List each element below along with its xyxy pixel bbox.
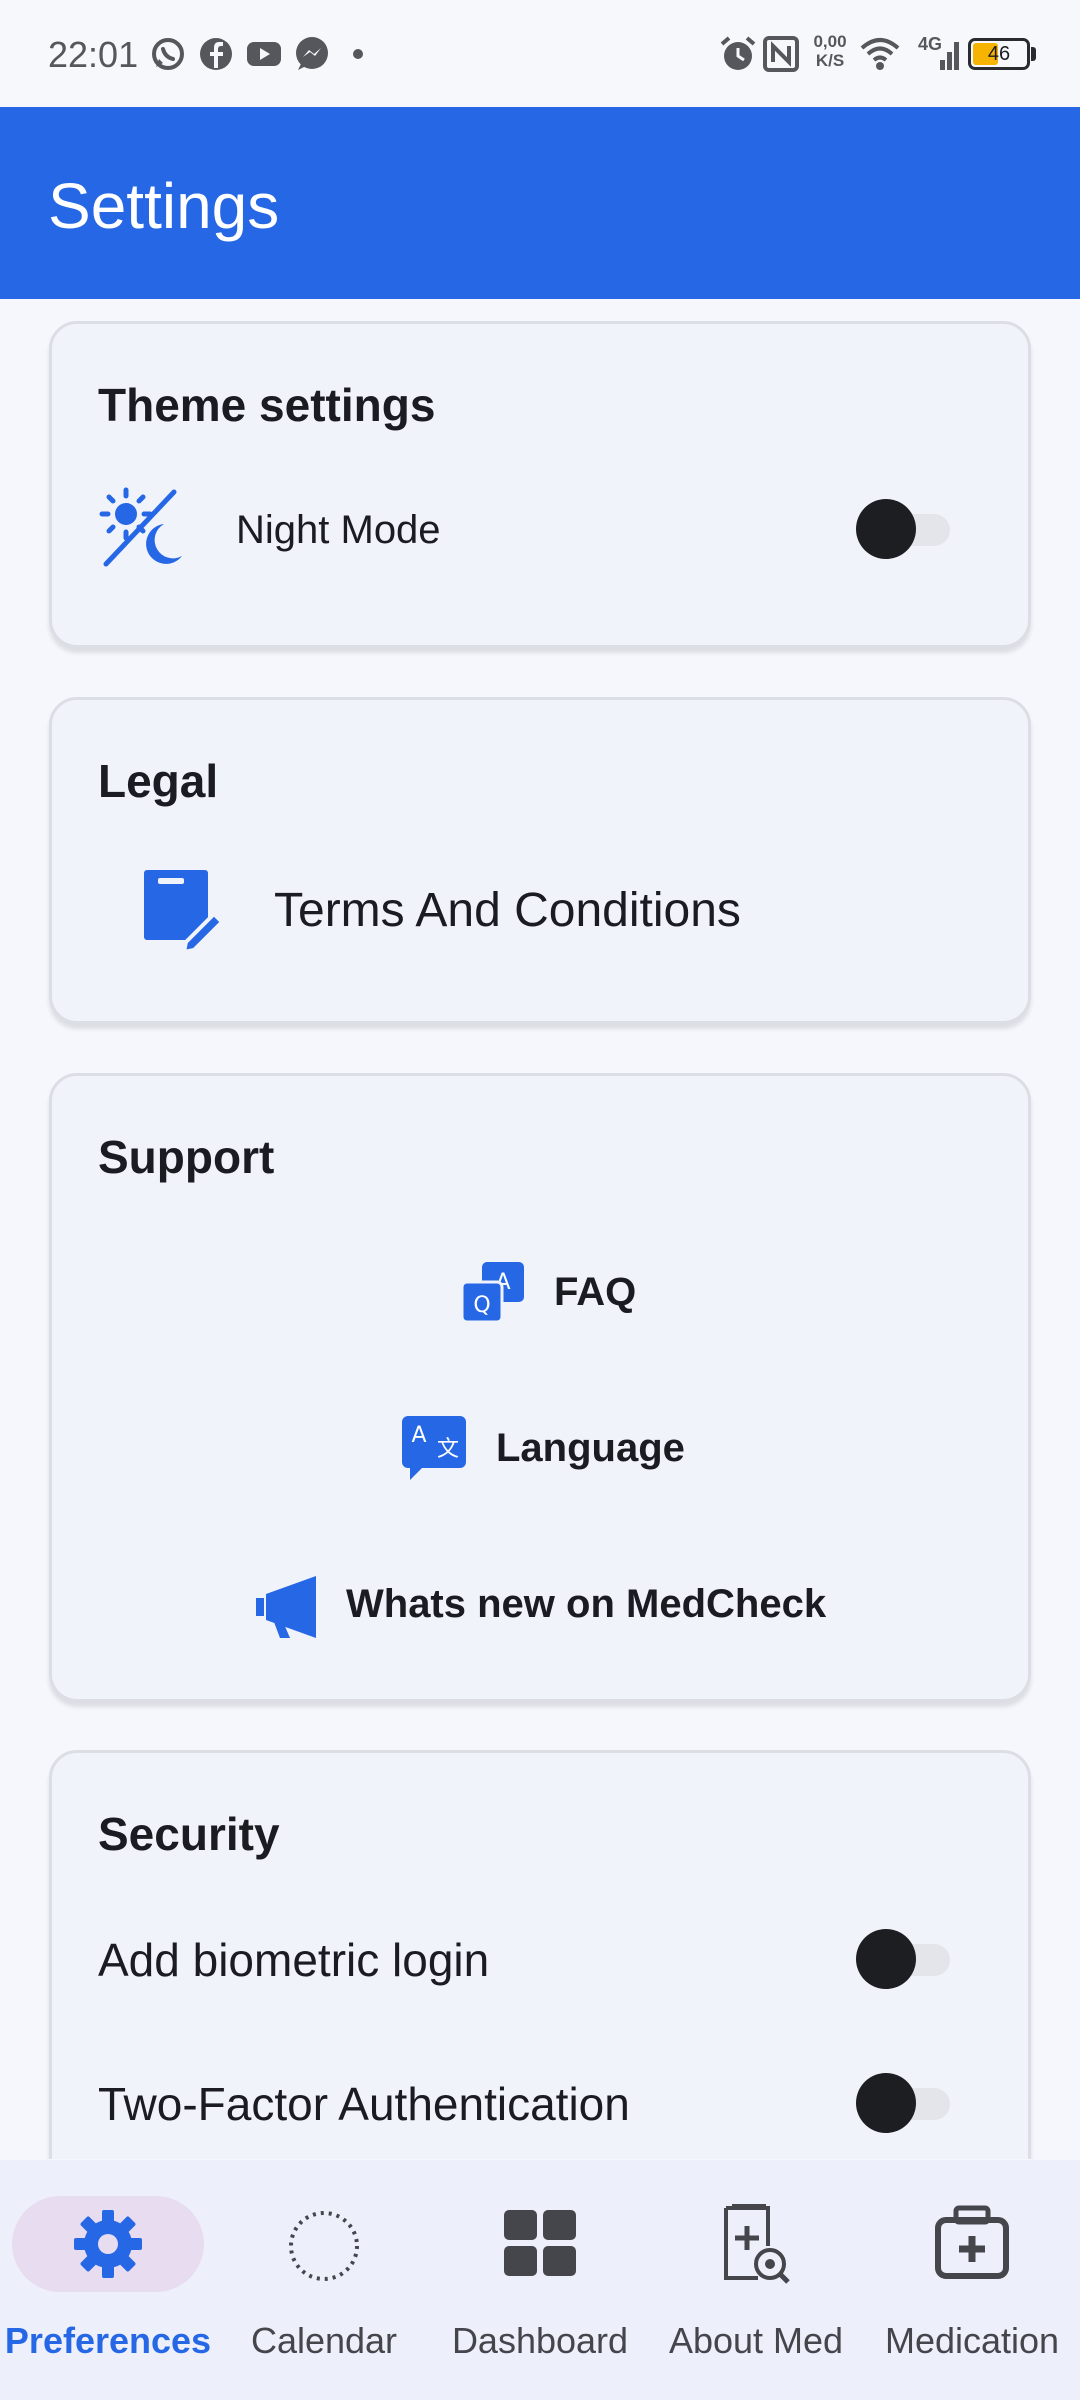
two-factor-label: Two-Factor Authentication	[98, 2078, 630, 2130]
signal-icon	[940, 42, 959, 70]
svg-text:A: A	[411, 1423, 426, 1448]
faq-label[interactable]: FAQ	[554, 1270, 636, 1315]
nav-item-preferences[interactable]: Preferences	[0, 2160, 216, 2400]
toggle-thumb	[856, 1929, 916, 1989]
legal-title: Legal	[98, 755, 219, 807]
medicine-search-icon	[724, 2204, 790, 2284]
svg-text:文: 文	[437, 1437, 459, 1462]
nav-label-calendar: Calendar	[250, 2320, 398, 2361]
support-title: Support	[98, 1131, 275, 1183]
settings-list[interactable]: Theme settings Night Mode Legal Terms An…	[0, 299, 1080, 2159]
gear-icon	[74, 2210, 142, 2278]
network-speed: 0,00 K/S	[808, 32, 852, 70]
legal-card: Legal Terms And Conditions	[49, 697, 1031, 1024]
medical-kit-icon	[935, 2205, 1009, 2279]
network-speed-value: 0,00	[813, 32, 847, 51]
nav-label-preferences: Preferences	[4, 2320, 212, 2361]
network-speed-unit: K/S	[815, 51, 845, 70]
whatsapp-icon	[152, 38, 184, 70]
night-mode-toggle[interactable]	[856, 499, 954, 559]
two-factor-toggle[interactable]	[856, 2073, 954, 2133]
theme-settings-title: Theme settings	[98, 379, 436, 431]
app-bar: Settings	[0, 107, 1080, 299]
translate-icon: A 文	[402, 1416, 466, 1480]
battery-level: 46	[987, 43, 1011, 65]
dot-icon	[353, 49, 363, 59]
youtube-icon	[247, 42, 281, 66]
facebook-icon	[200, 38, 232, 70]
alarm-icon	[720, 36, 756, 70]
messenger-icon	[296, 37, 328, 70]
status-bar: 22:01 0,00 K/S 4G 46	[0, 0, 1080, 107]
dashboard-grid-icon	[504, 2210, 576, 2276]
svg-text:Q: Q	[473, 1293, 490, 1318]
battery-tip	[1031, 47, 1036, 61]
support-card: Support A Q FAQ A 文 Language Whats new o…	[49, 1073, 1031, 1702]
faq-icon: A Q	[462, 1262, 524, 1324]
nfc-icon	[763, 36, 799, 72]
nav-item-calendar[interactable]: Calendar	[216, 2160, 432, 2400]
nav-label-about-med: About Med	[668, 2320, 844, 2361]
dotted-circle-icon	[289, 2211, 359, 2281]
nav-item-dashboard[interactable]: Dashboard	[432, 2160, 648, 2400]
security-title: Security	[98, 1808, 280, 1860]
language-label[interactable]: Language	[496, 1426, 685, 1471]
toggle-thumb	[856, 499, 916, 559]
status-time: 22:01	[48, 34, 139, 75]
whats-new-label[interactable]: Whats new on MedCheck	[346, 1582, 826, 1627]
biometric-login-toggle[interactable]	[856, 1929, 954, 1989]
page-title: Settings	[48, 170, 280, 242]
nav-item-medication[interactable]: Medication	[864, 2160, 1080, 2400]
battery-icon: 46	[968, 38, 1030, 70]
nav-label-medication: Medication	[884, 2320, 1060, 2361]
biometric-login-label: Add biometric login	[98, 1934, 490, 1986]
security-card: Security Add biometric login Two-Factor …	[49, 1750, 1031, 2159]
day-night-icon	[99, 487, 182, 567]
theme-settings-card: Theme settings Night Mode	[49, 321, 1031, 648]
toggle-thumb	[856, 2073, 916, 2133]
bottom-navigation: Preferences Calendar Dashboard About Med	[0, 2160, 1080, 2400]
wifi-icon	[860, 38, 900, 70]
terms-label[interactable]: Terms And Conditions	[274, 883, 741, 938]
megaphone-icon	[256, 1576, 316, 1638]
night-mode-label: Night Mode	[236, 508, 441, 552]
nav-item-about-med[interactable]: About Med	[648, 2160, 864, 2400]
nav-label-dashboard: Dashboard	[451, 2320, 629, 2361]
document-edit-icon	[144, 870, 224, 952]
